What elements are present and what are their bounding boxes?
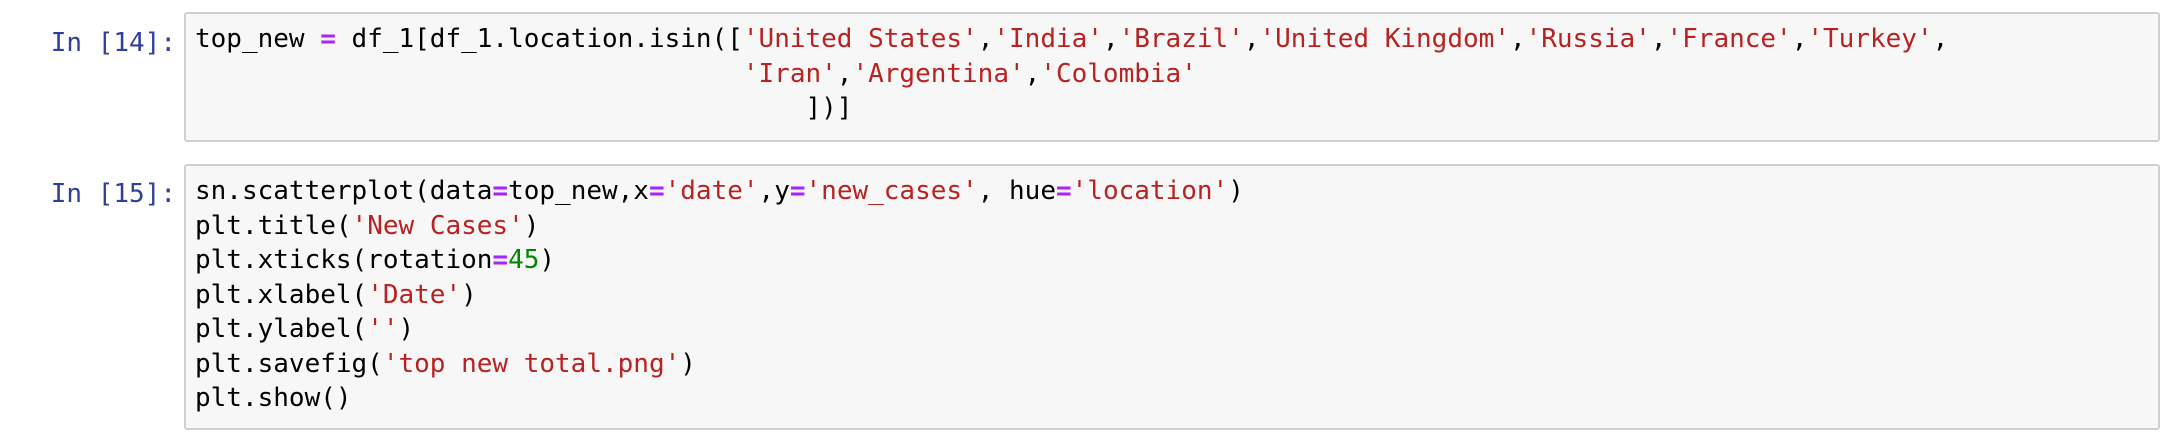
string-literal: 'new_cases' bbox=[805, 176, 978, 206]
code-token: plt.xlabel( bbox=[195, 279, 368, 310]
string-literal: 'top new total.png' bbox=[382, 348, 681, 379]
operator: = bbox=[492, 245, 509, 275]
code-token: plt.savefig( bbox=[195, 348, 383, 379]
string-literal: 'date' bbox=[664, 176, 759, 206]
string-literal: 'France' bbox=[1666, 24, 1792, 54]
string-literal: '' bbox=[367, 314, 399, 344]
code-token: ) bbox=[461, 279, 477, 310]
string-literal: 'Brazil' bbox=[1118, 24, 1244, 54]
code-token: df_1[df_1.location.isin([ bbox=[335, 24, 743, 54]
code-token: , bbox=[1024, 58, 1041, 89]
cell-input-area[interactable]: sn.scatterplot(data=top_new,x='date',y='… bbox=[184, 164, 2160, 430]
code-token: ,y bbox=[758, 176, 790, 206]
string-literal: 'India' bbox=[993, 24, 1103, 54]
code-token: plt.xticks(rotation bbox=[195, 245, 493, 275]
code-token: ) bbox=[523, 210, 540, 241]
code-token: , bbox=[977, 24, 994, 54]
code-token: , bbox=[1791, 24, 1808, 54]
string-literal: 'Iran' bbox=[742, 58, 837, 89]
code-token: , hue bbox=[977, 176, 1056, 206]
operator: = bbox=[789, 176, 806, 206]
code-line: top_new = df_1[df_1.location.isin(['Unit… bbox=[195, 22, 2158, 57]
code-editor[interactable]: sn.scatterplot(data=top_new,x='date',y='… bbox=[186, 166, 2158, 416]
code-token: , bbox=[1243, 24, 1260, 54]
code-token: , bbox=[1932, 24, 1949, 54]
code-editor[interactable]: top_new = df_1[df_1.location.isin(['Unit… bbox=[186, 14, 2158, 126]
string-literal: 'United Kingdom' bbox=[1259, 24, 1510, 54]
cell-prompt: In [15]: bbox=[50, 179, 176, 209]
code-token: ) bbox=[398, 314, 415, 344]
code-token: sn.scatterplot(data bbox=[195, 176, 493, 206]
operator: = bbox=[648, 176, 665, 206]
code-token: ])] bbox=[195, 93, 853, 123]
code-token: top_new bbox=[195, 24, 321, 54]
cell-input-area[interactable]: top_new = df_1[df_1.location.isin(['Unit… bbox=[184, 12, 2160, 142]
string-literal: 'New Cases' bbox=[351, 210, 524, 241]
code-line: plt.xlabel('Date') bbox=[195, 278, 2158, 313]
code-line: plt.show() bbox=[195, 381, 2158, 416]
code-token: plt.show() bbox=[195, 383, 352, 413]
code-line: plt.savefig('top new total.png') bbox=[195, 347, 2158, 382]
code-token: ) bbox=[680, 348, 696, 379]
code-token: , bbox=[1102, 24, 1119, 54]
string-literal: 'Russia' bbox=[1525, 24, 1651, 54]
operator: = bbox=[1055, 176, 1072, 206]
string-literal: 'Date' bbox=[367, 279, 462, 310]
cell-prompt: In [14]: bbox=[50, 28, 176, 58]
code-token: ) bbox=[539, 245, 556, 275]
code-token: , bbox=[836, 58, 853, 89]
code-line: 'Iran','Argentina','Colombia' bbox=[195, 57, 2158, 92]
code-token: plt.title( bbox=[195, 210, 352, 241]
notebook: In [14]: top_new = df_1[df_1.location.is… bbox=[0, 0, 2178, 448]
string-literal: 'Turkey' bbox=[1807, 24, 1933, 54]
code-line: plt.ylabel('') bbox=[195, 312, 2158, 347]
number-literal: 45 bbox=[508, 245, 540, 275]
code-token: ) bbox=[1228, 176, 1244, 206]
code-line: ])] bbox=[195, 91, 2158, 126]
code-token: top_new,x bbox=[508, 176, 649, 206]
string-literal: 'United States' bbox=[742, 24, 978, 54]
string-literal: 'location' bbox=[1071, 176, 1229, 206]
code-token: , bbox=[1650, 24, 1667, 54]
string-literal: 'Colombia' bbox=[1040, 58, 1197, 89]
code-line: sn.scatterplot(data=top_new,x='date',y='… bbox=[195, 174, 2158, 209]
operator: = bbox=[320, 24, 336, 54]
code-token: , bbox=[1509, 24, 1526, 54]
operator: = bbox=[492, 176, 509, 206]
code-token: plt.ylabel( bbox=[195, 314, 368, 344]
string-literal: 'Argentina' bbox=[852, 58, 1025, 89]
code-line: plt.xticks(rotation=45) bbox=[195, 243, 2158, 278]
code-line: plt.title('New Cases') bbox=[195, 209, 2158, 244]
